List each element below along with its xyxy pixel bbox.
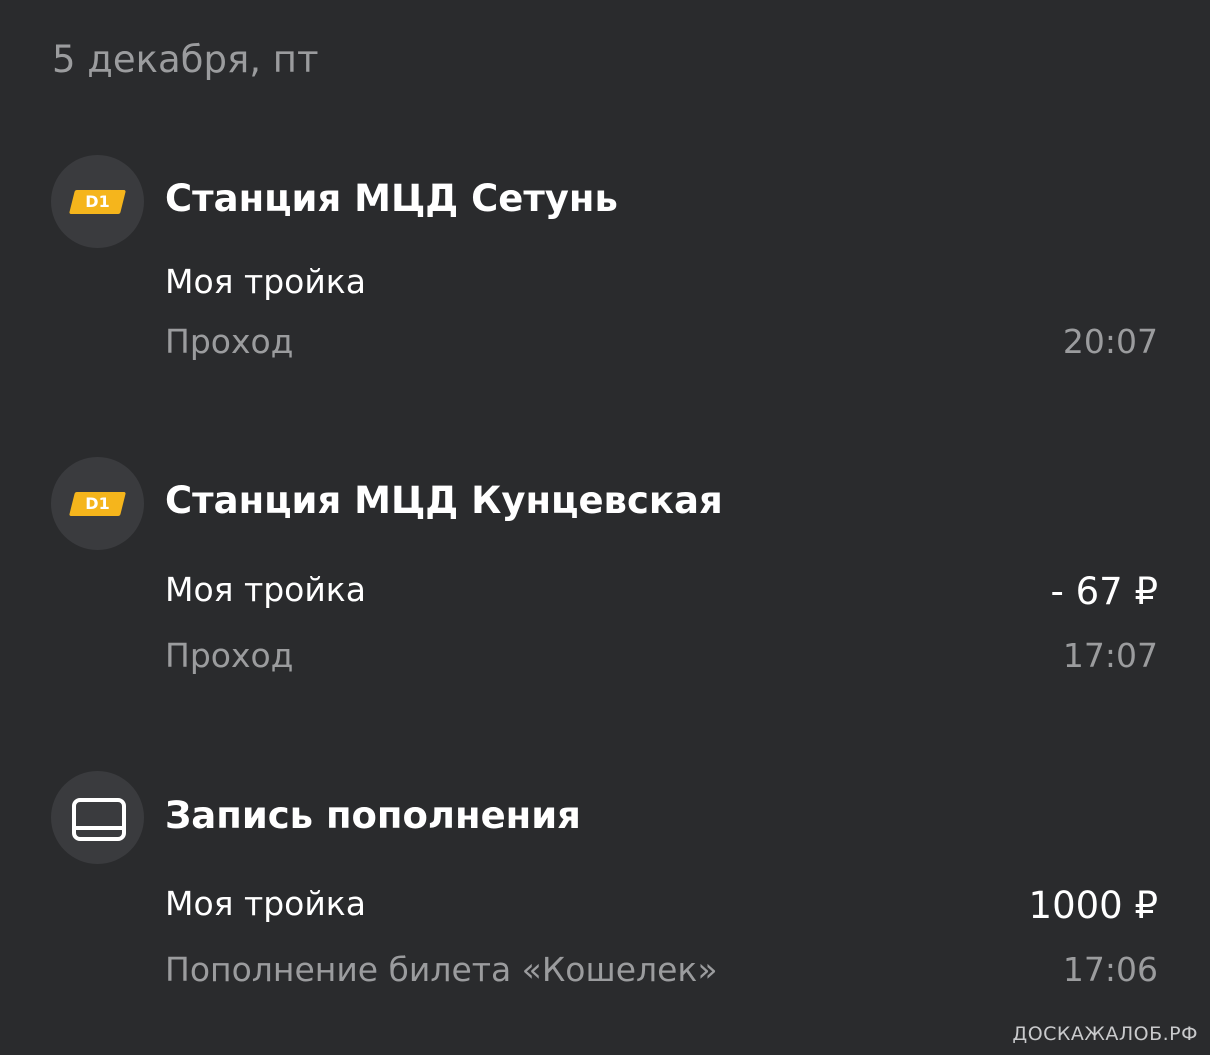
transaction-type: Проход (165, 322, 294, 361)
transaction-time: 17:07 (1062, 636, 1158, 675)
watermark: ДОСКАЖАЛОБ.РФ (1012, 1023, 1198, 1045)
transaction-amount: 1000 ₽ (1028, 884, 1158, 927)
transaction-title: Запись пополнения (165, 794, 581, 837)
mcd-d1-icon: D1 (51, 457, 144, 550)
card-name: Моя тройка (165, 262, 366, 301)
transaction-title: Станция МЦД Сетунь (165, 177, 618, 220)
card-icon (51, 771, 144, 864)
card-name: Моя тройка (165, 884, 366, 923)
transaction-time: 20:07 (1062, 322, 1158, 361)
transaction-type: Пополнение билета «Кошелек» (165, 950, 718, 989)
transaction-amount: - 67 ₽ (1050, 570, 1159, 613)
date-header: 5 декабря, пт (52, 38, 319, 81)
d1-badge-label: D1 (85, 192, 110, 211)
mcd-d1-icon: D1 (51, 155, 144, 248)
transaction-title: Станция МЦД Кунцевская (165, 479, 723, 522)
card-name: Моя тройка (165, 570, 366, 609)
transaction-time: 17:06 (1062, 950, 1158, 989)
transaction-type: Проход (165, 636, 294, 675)
d1-badge-label: D1 (85, 494, 110, 513)
